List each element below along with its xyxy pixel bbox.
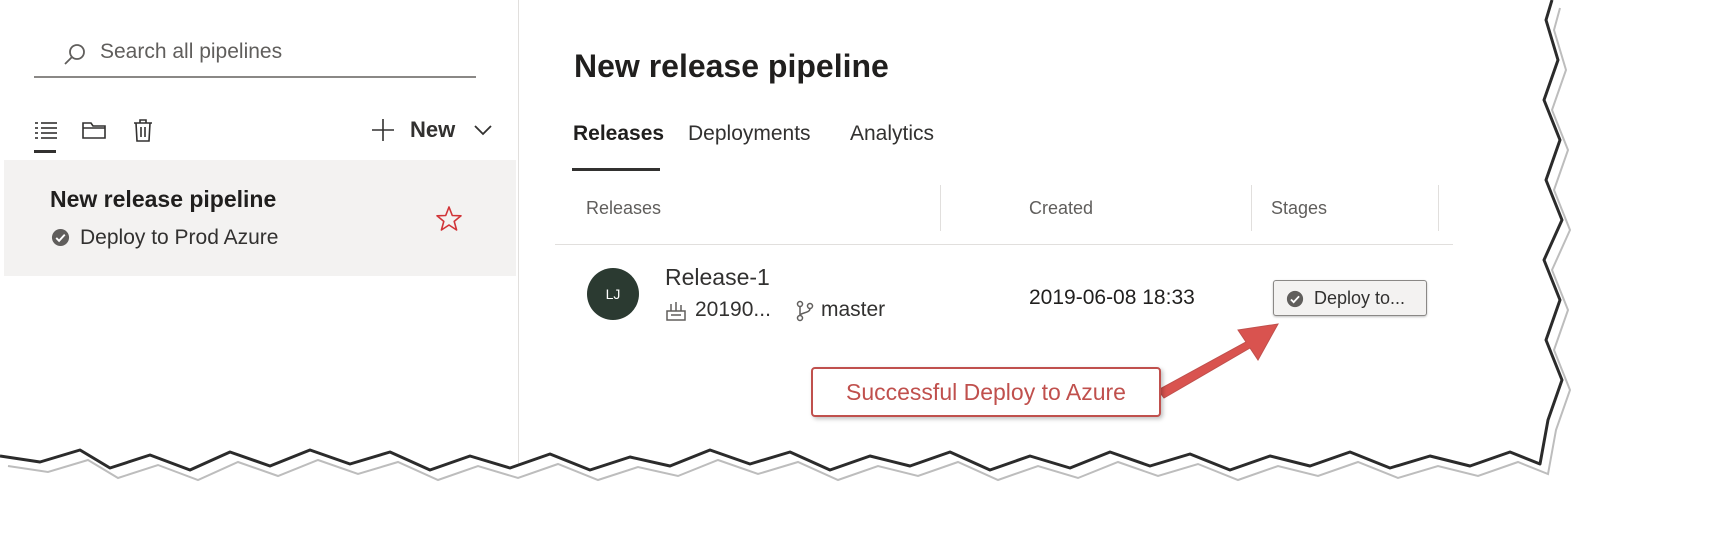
- trash-icon[interactable]: [129, 116, 157, 144]
- annotation-arrow: [1157, 323, 1279, 399]
- created-timestamp: 2019-06-08 18:33: [1029, 286, 1195, 309]
- column-header-stages: Stages: [1271, 198, 1328, 218]
- plus-icon: [372, 119, 394, 141]
- pipelines-sidebar: Search all pipelines New New release pip…: [0, 0, 519, 549]
- page-title: New release pipeline: [574, 48, 889, 84]
- stage-label: Deploy to...: [1314, 288, 1406, 308]
- release-pipelines-app: Search all pipelines New New release pip…: [0, 0, 1725, 549]
- search-pipelines-box[interactable]: Search all pipelines: [34, 30, 476, 78]
- search-icon: [64, 44, 85, 65]
- tab-releases[interactable]: Releases: [573, 122, 664, 146]
- column-divider: [940, 185, 941, 231]
- active-tab-indicator: [572, 168, 660, 171]
- table-row[interactable]: LJ Release-1 20190... master 2019-06-08 …: [555, 246, 1453, 356]
- folder-icon[interactable]: [80, 116, 108, 144]
- annotation-callout: Successful Deploy to Azure: [811, 367, 1161, 417]
- list-view-indicator: [34, 150, 56, 153]
- build-icon: [666, 302, 686, 321]
- tab-deployments[interactable]: Deployments: [688, 122, 811, 146]
- pipeline-last-deploy: Deploy to Prod Azure: [80, 226, 279, 249]
- pipeline-name: New release pipeline: [50, 186, 277, 212]
- star-outline-icon[interactable]: [434, 204, 464, 234]
- tab-analytics[interactable]: Analytics: [850, 122, 934, 146]
- column-header-releases: Releases: [586, 198, 662, 218]
- list-icon[interactable]: [32, 116, 60, 144]
- search-input[interactable]: Search all pipelines: [100, 40, 282, 64]
- column-divider: [1251, 185, 1252, 231]
- new-pipeline-button[interactable]: New: [368, 113, 500, 147]
- stage-status-button[interactable]: Deploy to...: [1273, 280, 1427, 316]
- build-number: 20190...: [695, 298, 771, 321]
- check-circle-icon: [51, 228, 70, 247]
- branch-name: master: [821, 298, 886, 321]
- column-header-created: Created: [1029, 198, 1094, 218]
- new-button-label: New: [410, 117, 456, 142]
- chevron-down-icon: [474, 125, 492, 136]
- table-header-divider: [555, 244, 1453, 245]
- check-circle-icon: [1286, 290, 1304, 308]
- pipeline-list-item[interactable]: New release pipeline Deploy to Prod Azur…: [4, 160, 516, 276]
- release-name-link[interactable]: Release-1: [665, 264, 770, 291]
- column-divider: [1438, 185, 1439, 231]
- avatar: LJ: [587, 268, 639, 320]
- branch-icon: [796, 300, 814, 322]
